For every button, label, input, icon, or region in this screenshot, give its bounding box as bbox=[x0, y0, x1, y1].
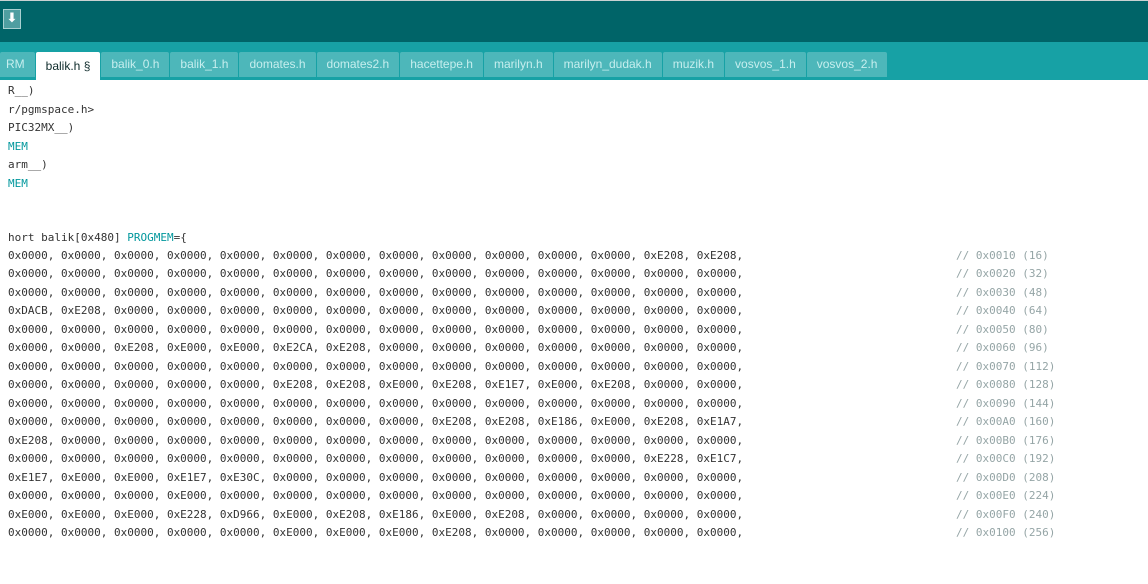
line-comment: // 0x0090 (144) bbox=[956, 396, 1056, 410]
data-line: 0x0000, 0x0000, 0x0000, 0x0000, 0x0000, … bbox=[8, 396, 1148, 411]
hex-values: 0x0000, 0x0000, 0x0000, 0x0000, 0x0000, … bbox=[8, 452, 744, 465]
data-line: 0x0000, 0x0000, 0x0000, 0x0000, 0x0000, … bbox=[8, 248, 1148, 263]
decl-prefix: hort balik[0x480] bbox=[8, 231, 128, 244]
line-comment: // 0x0010 (16) bbox=[956, 248, 1049, 262]
line-comment: // 0x00F0 (240) bbox=[956, 507, 1056, 521]
tab-balik-1-h[interactable]: balik_1.h bbox=[170, 52, 239, 77]
line-comment: // 0x00C0 (192) bbox=[956, 452, 1056, 465]
data-line: 0xE000, 0xE000, 0xE000, 0xE228, 0xD966, … bbox=[8, 507, 1148, 522]
tab-domates2-h[interactable]: domates2.h bbox=[316, 52, 400, 77]
line-comment: // 0x00A0 (160) bbox=[956, 415, 1056, 428]
data-line: 0xE1E7, 0xE000, 0xE000, 0xE1E7, 0xE30C, … bbox=[8, 470, 1148, 485]
data-line: 0xE208, 0x0000, 0x0000, 0x0000, 0x0000, … bbox=[8, 433, 1148, 448]
tab-muzik-h[interactable]: muzik.h bbox=[662, 52, 725, 77]
code-line: r/pgmspace.h> bbox=[8, 102, 95, 116]
decl-keyword: PROGMEM bbox=[127, 231, 174, 244]
hex-values: 0xE208, 0x0000, 0x0000, 0x0000, 0x0000, … bbox=[8, 433, 744, 447]
code-editor[interactable]: R__) r/pgmspace.h> PIC32MX__) MEM arm__) MEM h… bbox=[0, 80, 1148, 584]
data-line: 0x0000, 0x0000, 0x0000, 0x0000, 0x0000, … bbox=[8, 322, 1148, 337]
line-comment: // 0x0100 (256) bbox=[956, 526, 1056, 539]
tab-balik-0-h[interactable]: balik_0.h bbox=[101, 52, 170, 77]
tab-strip: RM balik.h § balik_0.h balik_1.h domates.h do… bbox=[0, 52, 888, 80]
data-line: 0x0000, 0x0000, 0x0000, 0x0000, 0x0000, … bbox=[8, 266, 1148, 281]
tab-hacettepe-h[interactable]: hacettepe.h bbox=[400, 52, 483, 77]
code-line: MEM bbox=[8, 176, 28, 190]
hex-values: 0x0000, 0x0000, 0x0000, 0x0000, 0x0000, … bbox=[8, 267, 744, 280]
line-comment: // 0x0080 (128) bbox=[956, 378, 1056, 391]
line-comment: // 0x0050 (80) bbox=[956, 322, 1049, 336]
hex-values: 0xE1E7, 0xE000, 0xE000, 0xE1E7, 0xE30C, … bbox=[8, 470, 744, 484]
line-comment: // 0x00D0 (208) bbox=[956, 470, 1056, 484]
line-comment: // 0x0060 (96) bbox=[956, 341, 1049, 354]
data-line: 0x0000, 0x0000, 0x0000, 0x0000, 0x0000, … bbox=[8, 414, 1148, 429]
array-declaration: hort balik[0x480] PROGMEM={ bbox=[8, 230, 1148, 245]
line-comment: // 0x0040 (64) bbox=[956, 304, 1049, 317]
data-line: 0x0000, 0x0000, 0x0000, 0x0000, 0x0000, … bbox=[8, 359, 1148, 374]
hex-values: 0xE000, 0xE000, 0xE000, 0xE228, 0xD966, … bbox=[8, 507, 744, 521]
upload-arrow-icon: ⬇ bbox=[6, 11, 18, 26]
code-line: arm__) bbox=[8, 158, 48, 171]
data-line: 0x0000, 0x0000, 0x0000, 0xE000, 0x0000, … bbox=[8, 488, 1148, 503]
code-line: R__) bbox=[8, 84, 35, 97]
hex-values: 0x0000, 0x0000, 0x0000, 0xE000, 0x0000, … bbox=[8, 489, 744, 502]
data-line: 0x0000, 0x0000, 0x0000, 0x0000, 0x0000, … bbox=[8, 451, 1148, 466]
data-line: 0x0000, 0x0000, 0x0000, 0x0000, 0x0000, … bbox=[8, 377, 1148, 392]
line-comment: // 0x0070 (112) bbox=[956, 359, 1056, 373]
tab-marilyn-dudak-h[interactable]: marilyn_dudak.h bbox=[553, 52, 662, 77]
hex-values: 0x0000, 0x0000, 0x0000, 0x0000, 0x0000, … bbox=[8, 378, 744, 391]
hex-values: 0x0000, 0x0000, 0x0000, 0x0000, 0x0000, … bbox=[8, 359, 744, 373]
line-comment: // 0x00E0 (224) bbox=[956, 489, 1056, 502]
toolbar: ⬇ bbox=[0, 0, 1148, 42]
data-line: 0x0000, 0x0000, 0xE208, 0xE000, 0xE000, … bbox=[8, 340, 1148, 355]
hex-values: 0x0000, 0x0000, 0x0000, 0x0000, 0x0000, … bbox=[8, 415, 744, 428]
line-comment: // 0x0030 (48) bbox=[956, 285, 1049, 299]
data-line: 0x0000, 0x0000, 0x0000, 0x0000, 0x0000, … bbox=[8, 525, 1148, 540]
tab-vosvos-1-h[interactable]: vosvos_1.h bbox=[725, 52, 806, 77]
hex-values: 0x0000, 0x0000, 0x0000, 0x0000, 0x0000, … bbox=[8, 322, 744, 336]
code-line: PIC32MX__) bbox=[8, 121, 75, 134]
tab-balik-h[interactable]: balik.h § bbox=[35, 52, 101, 80]
tab-domates-h[interactable]: domates.h bbox=[239, 52, 316, 77]
data-line: 0x0000, 0x0000, 0x0000, 0x0000, 0x0000, … bbox=[8, 285, 1148, 300]
line-comment: // 0x0020 (32) bbox=[956, 267, 1049, 280]
tab-bar: RM balik.h § balik_0.h balik_1.h domates.h do… bbox=[0, 42, 1148, 80]
data-line: 0xDACB, 0xE208, 0x0000, 0x0000, 0x0000, … bbox=[8, 303, 1148, 318]
line-comment: // 0x00B0 (176) bbox=[956, 433, 1056, 447]
hex-values: 0x0000, 0x0000, 0x0000, 0x0000, 0x0000, … bbox=[8, 396, 744, 410]
hex-values: 0x0000, 0x0000, 0x0000, 0x0000, 0x0000, … bbox=[8, 526, 744, 539]
hex-values: 0x0000, 0x0000, 0xE208, 0xE000, 0xE000, … bbox=[8, 341, 744, 354]
hex-values: 0x0000, 0x0000, 0x0000, 0x0000, 0x0000, … bbox=[8, 285, 744, 299]
decl-suffix: ={ bbox=[173, 231, 187, 244]
hex-values: 0x0000, 0x0000, 0x0000, 0x0000, 0x0000, … bbox=[8, 248, 744, 262]
tab-rm[interactable]: RM bbox=[0, 52, 35, 77]
code-line: MEM bbox=[8, 139, 28, 153]
hex-values: 0xDACB, 0xE208, 0x0000, 0x0000, 0x0000, … bbox=[8, 304, 744, 317]
tab-marilyn-h[interactable]: marilyn.h bbox=[483, 52, 553, 77]
upload-button[interactable]: ⬇ bbox=[3, 9, 21, 29]
tab-vosvos-2-h[interactable]: vosvos_2.h bbox=[806, 52, 888, 77]
